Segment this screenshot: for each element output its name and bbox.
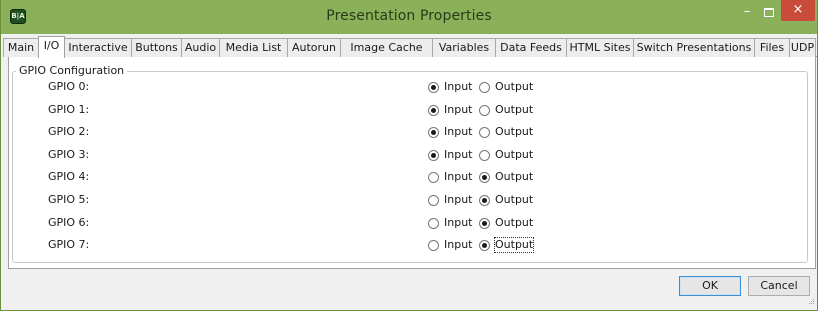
gpio-label: GPIO 5: xyxy=(48,193,90,206)
gpio-row: GPIO 7: Input Output xyxy=(1,237,818,254)
minimize-button[interactable]: – xyxy=(734,4,760,22)
tab-strip: Main I/O Interactive Buttons Audio Media… xyxy=(3,36,817,58)
gpio-row: GPIO 4: Input Output xyxy=(1,170,818,186)
input-radio[interactable] xyxy=(428,240,439,252)
tab-buttons[interactable]: Buttons xyxy=(131,38,182,57)
output-radio-label[interactable]: Output xyxy=(495,125,533,139)
output-radio-label[interactable]: Output xyxy=(495,80,533,94)
output-radio[interactable] xyxy=(479,217,490,229)
gpio-row: GPIO 6: Input Output xyxy=(1,216,818,232)
gpio-configuration-group xyxy=(12,71,808,263)
input-radio-label[interactable]: Input xyxy=(444,125,472,139)
input-radio[interactable] xyxy=(428,172,439,184)
gpio-label: GPIO 2: xyxy=(48,125,90,139)
output-radio[interactable] xyxy=(479,127,490,139)
tab-media-list[interactable]: Media List xyxy=(219,38,288,57)
gpio-label: GPIO 0: xyxy=(48,80,90,93)
gpio-label: GPIO 4: xyxy=(48,170,90,184)
gpio-label: GPIO 7: xyxy=(48,238,90,252)
output-radio[interactable] xyxy=(479,82,490,93)
tab-main[interactable]: Main xyxy=(3,38,39,57)
input-radio-label[interactable]: Input xyxy=(444,148,472,162)
gpio-row: GPIO 5: Input Output xyxy=(1,193,818,209)
gpio-row: GPIO 2: Input Output xyxy=(1,125,818,141)
input-radio[interactable] xyxy=(428,104,439,116)
gpio-label: GPIO 3: xyxy=(48,147,90,161)
input-radio[interactable] xyxy=(428,195,439,206)
output-radio-label[interactable]: Output xyxy=(495,170,533,184)
gpio-configuration-label: GPIO Configuration xyxy=(16,64,128,77)
output-radio-label[interactable]: Output xyxy=(493,237,535,254)
output-radio[interactable] xyxy=(479,240,490,252)
input-radio[interactable] xyxy=(428,149,439,161)
close-button[interactable]: × xyxy=(781,0,815,21)
gpio-row: GPIO 0: Input Output xyxy=(1,80,818,96)
input-radio-label[interactable]: Input xyxy=(444,193,472,207)
input-radio-label[interactable]: Input xyxy=(444,80,472,94)
tab-switch-presentations[interactable]: Switch Presentations xyxy=(633,38,755,57)
title-bar[interactable]: B|A Presentation Properties – × xyxy=(1,0,817,34)
input-radio-label[interactable]: Input xyxy=(444,103,472,117)
output-radio[interactable] xyxy=(479,104,490,116)
output-radio-label[interactable]: Output xyxy=(495,103,533,117)
tab-data-feeds[interactable]: Data Feeds xyxy=(495,38,567,57)
tab-interactive[interactable]: Interactive xyxy=(64,38,132,57)
maximize-button[interactable] xyxy=(759,4,781,22)
input-radio[interactable] xyxy=(428,82,439,93)
cancel-button[interactable]: Cancel xyxy=(748,276,810,296)
output-radio-label[interactable]: Output xyxy=(495,193,533,207)
input-radio[interactable] xyxy=(428,217,439,229)
tab-audio[interactable]: Audio xyxy=(181,38,220,57)
ok-button[interactable]: OK xyxy=(679,276,741,296)
output-radio-label[interactable]: Output xyxy=(495,148,533,162)
window-title: Presentation Properties xyxy=(326,8,492,24)
gpio-label: GPIO 1: xyxy=(48,102,90,116)
output-radio[interactable] xyxy=(479,149,490,161)
tab-io[interactable]: I/O xyxy=(38,36,65,58)
gpio-row: GPIO 1: Input Output xyxy=(1,103,818,119)
resize-grip-icon[interactable] xyxy=(807,299,815,307)
gpio-label: GPIO 6: xyxy=(48,215,90,229)
output-radio[interactable] xyxy=(479,195,490,206)
tab-udp[interactable]: UDP xyxy=(789,38,816,57)
output-radio-label[interactable]: Output xyxy=(495,216,533,230)
input-radio-label[interactable]: Input xyxy=(444,170,472,184)
gpio-row: GPIO 3: Input Output xyxy=(1,148,818,164)
presentation-properties-dialog: B|A Presentation Properties – × Main I/O… xyxy=(0,0,818,311)
tab-html-sites[interactable]: HTML Sites xyxy=(566,38,634,57)
maximize-icon xyxy=(764,8,774,17)
tab-autorun[interactable]: Autorun xyxy=(287,38,341,57)
input-radio-label[interactable]: Input xyxy=(444,238,472,252)
input-radio-label[interactable]: Input xyxy=(444,216,472,230)
input-radio[interactable] xyxy=(428,127,439,139)
tab-variables[interactable]: Variables xyxy=(432,38,496,57)
tab-files[interactable]: Files xyxy=(754,38,790,57)
tab-image-cache[interactable]: Image Cache xyxy=(340,38,433,57)
output-radio[interactable] xyxy=(479,172,490,184)
